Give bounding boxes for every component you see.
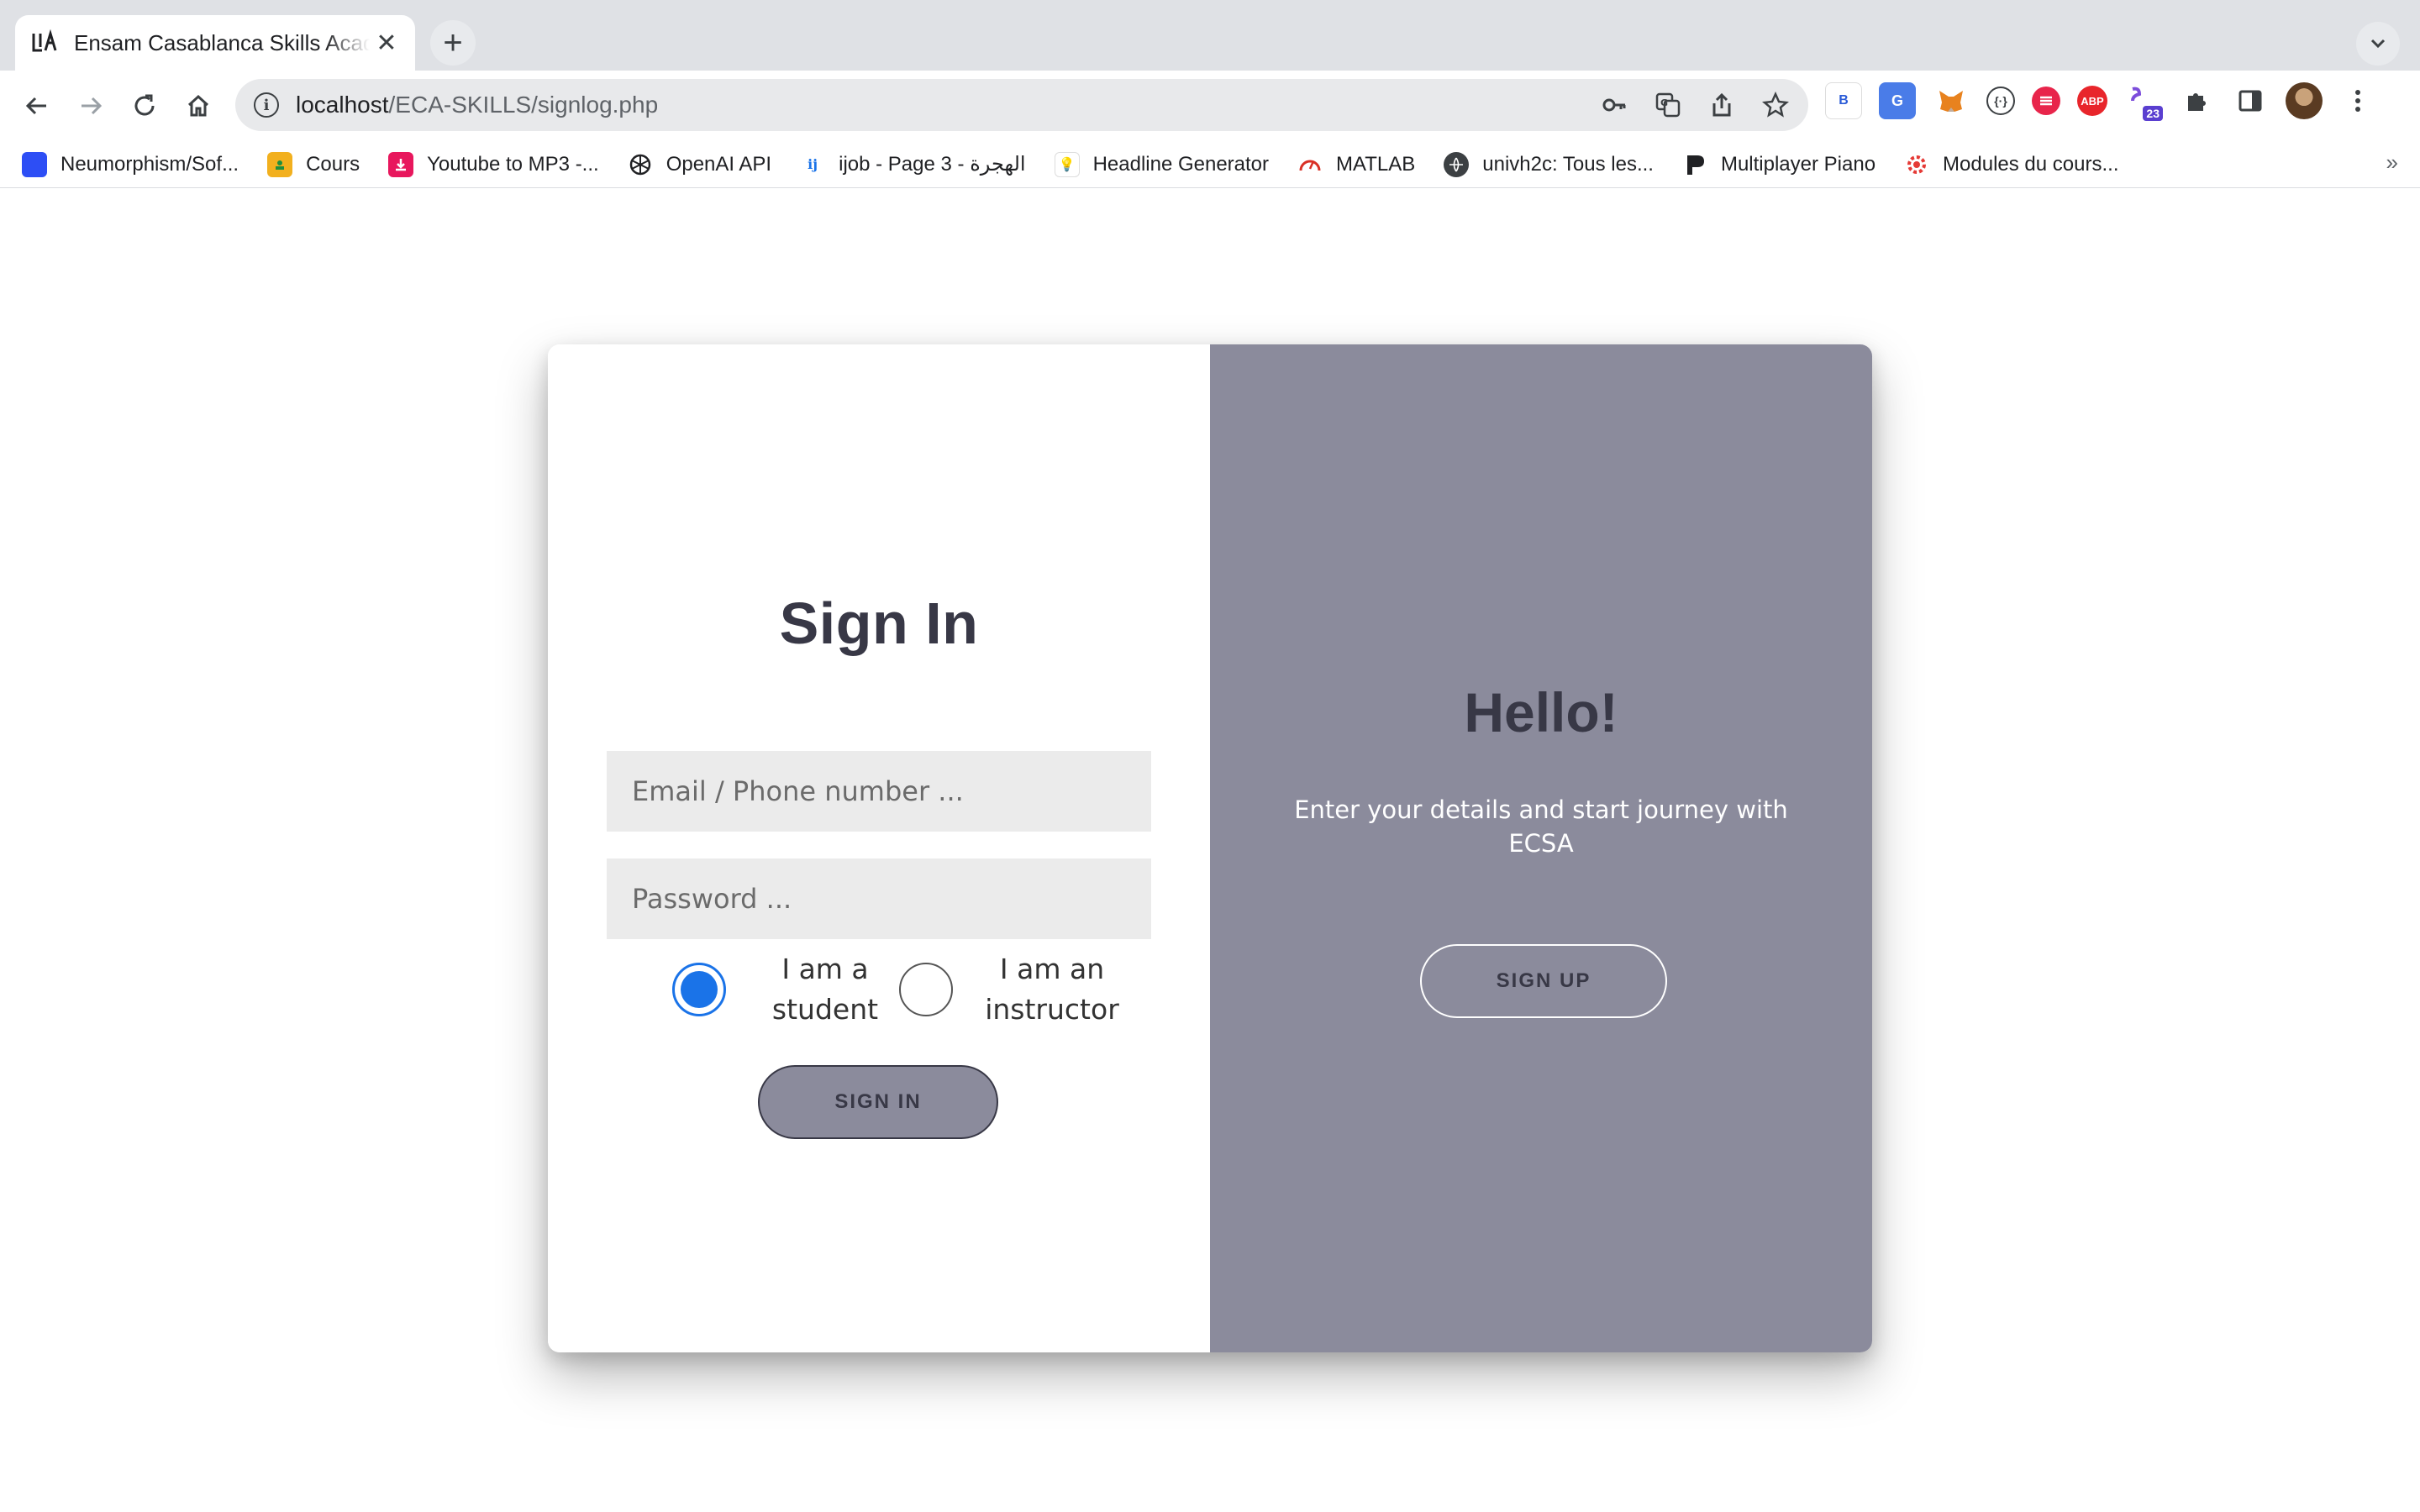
gear-red-icon [1904,152,1929,177]
url-path: /ECA-SKILLS/signlog.php [388,92,659,118]
bookmark-matlab[interactable]: MATLAB [1297,152,1415,177]
extension-b-icon[interactable]: B [1825,82,1862,119]
bookmark-modules-du-cours[interactable]: Modules du cours... [1904,152,2118,177]
bookmark-label: Cours [306,152,360,176]
translate-icon[interactable]: G [1654,91,1682,119]
bookmark-ijob[interactable]: ij ijob - Page 3 - الهجرة [800,152,1025,177]
bookmarks-overflow-button[interactable]: » [2386,150,2398,176]
forward-button[interactable] [69,84,113,128]
site-favicon-icon [30,29,59,57]
share-icon[interactable] [1707,91,1736,119]
home-button[interactable] [176,84,220,128]
bulb-icon: 💡 [1054,151,1080,177]
bookmark-label: Neumorphism/Sof... [60,152,239,176]
svg-text:G: G [1660,97,1668,108]
bookmarks-bar: Neumorphism/Sof... Cours Youtube to MP3 … [0,141,2420,188]
hello-title: Hello! [1464,681,1618,743]
profile-avatar[interactable] [2286,82,2323,119]
back-button[interactable] [15,84,59,128]
globe-icon [1444,151,1470,177]
code-extension-icon[interactable]: {·} [1986,87,2015,115]
instructor-label: I am an instructor [985,953,1119,1026]
adblock-plus-icon[interactable]: ABP [2077,86,2107,116]
extensions-bar: B G {·} ABP 23 [1825,82,2376,121]
tab-search-button[interactable] [2356,22,2400,66]
url-host: localhost [296,92,389,118]
radio-selected-dot [681,971,718,1008]
extension-badge: 23 [2143,106,2163,121]
browser-toolbar: i localhost/ECA-SKILLS/signlog.php G B G… [0,71,2420,141]
tab-strip: Ensam Casablanca Skills Academy ✕ + [0,0,2420,71]
bookmark-label: Headline Generator [1092,152,1270,176]
kebab-menu-icon[interactable] [2339,82,2376,119]
bookmark-headline-generator[interactable]: 💡 Headline Generator [1054,151,1270,177]
ij-icon: ij [808,156,818,172]
email-field[interactable] [607,751,1151,832]
role-student-option[interactable]: I am a student [672,949,892,1030]
site-info-icon[interactable]: i [254,92,279,118]
omnibox-actions: G [1600,91,1790,119]
bookmark-cours[interactable]: Cours [267,151,360,177]
signup-panel: Hello! Enter your details and start jour… [1210,344,1872,1352]
role-instructor-option[interactable]: I am an instructor [899,949,1119,1030]
instructor-radio[interactable] [899,963,953,1016]
signup-button[interactable]: SIGN UP [1420,944,1667,1018]
bookmark-label: ijob - Page 3 - الهجرة [839,153,1026,176]
side-panel-icon[interactable] [2232,82,2269,119]
signup-description: Enter your details and start journey wit… [1294,795,1788,858]
chevron-down-icon [2370,39,2386,49]
new-tab-button[interactable]: + [430,20,476,66]
download-icon [388,151,414,177]
home-icon [187,94,209,117]
square-icon [22,151,47,177]
reload-icon [134,94,155,116]
tab-title: Ensam Casablanca Skills Academy [74,29,370,55]
bookmark-label: Multiplayer Piano [1720,152,1876,176]
student-radio[interactable] [672,963,726,1016]
bookmark-openai[interactable]: OpenAI API [628,152,771,177]
puzzle-icon[interactable] [2178,82,2215,119]
bookmark-label: univh2c: Tous les... [1482,152,1654,176]
p-icon [1682,152,1707,177]
metamask-fox-icon[interactable] [1933,82,1970,119]
tab-close-icon[interactable]: ✕ [373,29,400,57]
signin-button[interactable]: SIGN IN [758,1065,998,1139]
signin-panel: Sign In I am a student I am an instructo… [548,344,1210,1352]
student-label: I am a student [771,953,879,1026]
bookmark-label: Youtube to MP3 -... [427,152,599,176]
arrow-right-icon [82,97,103,115]
bookmark-label: MATLAB [1336,152,1416,176]
classroom-icon [267,151,293,177]
auth-card: Sign In I am a student I am an instructo… [548,344,1872,1352]
signin-title: Sign In [779,591,979,656]
bookmark-star-icon[interactable] [1761,91,1790,119]
reload-button[interactable] [123,84,166,128]
openai-icon [628,152,653,177]
password-field[interactable] [607,858,1151,939]
google-translate-icon[interactable]: G [1879,82,1916,119]
bookmark-label: Modules du cours... [1943,152,2119,176]
browser-tab[interactable]: Ensam Casablanca Skills Academy ✕ [15,15,415,71]
bookmark-youtube-mp3[interactable]: Youtube to MP3 -... [388,151,599,177]
lastpass-icon[interactable] [2032,87,2060,115]
gauge-icon [1297,152,1323,177]
bookmark-multiplayer-piano[interactable]: Multiplayer Piano [1682,152,1876,177]
arrow-left-icon [25,97,46,115]
address-bar[interactable]: i localhost/ECA-SKILLS/signlog.php G [235,79,1808,131]
key-icon[interactable] [1600,91,1628,119]
bookmark-neumorphism[interactable]: Neumorphism/Sof... [22,151,239,177]
url-text: localhost/ECA-SKILLS/signlog.php [296,92,658,118]
bookmark-label: OpenAI API [666,152,772,176]
calendar-extension-icon[interactable]: 23 [2124,82,2163,121]
bookmark-univh2c[interactable]: univh2c: Tous les... [1444,151,1654,177]
